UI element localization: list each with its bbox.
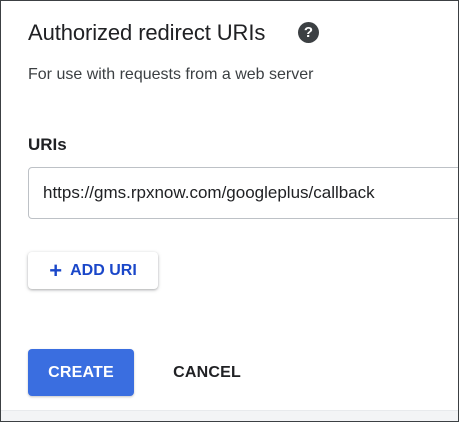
plus-icon: + — [49, 257, 63, 283]
cancel-button[interactable]: CANCEL — [159, 349, 255, 396]
add-uri-label: ADD URI — [70, 261, 137, 279]
bottom-divider — [1, 410, 458, 421]
uri-input[interactable] — [28, 167, 458, 219]
help-icon[interactable]: ? — [298, 22, 319, 43]
redirect-uris-panel: Authorized redirect URIs ? For use with … — [0, 0, 459, 422]
section-subtitle: For use with requests from a web server — [28, 66, 314, 83]
add-uri-button[interactable]: + ADD URI — [28, 252, 158, 289]
uris-label: URIs — [28, 135, 67, 154]
section-title: Authorized redirect URIs — [28, 20, 266, 45]
create-button[interactable]: CREATE — [28, 349, 134, 396]
